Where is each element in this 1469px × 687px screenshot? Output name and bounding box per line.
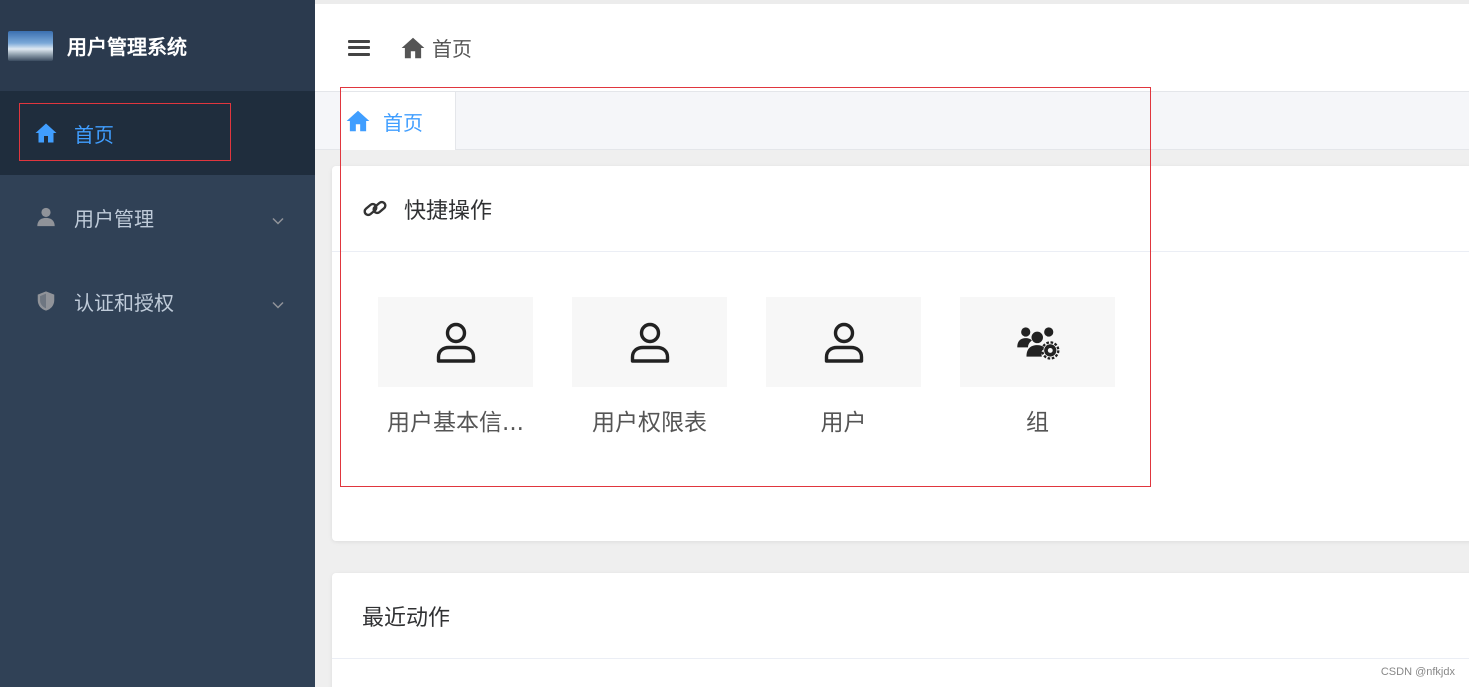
watermark: CSDN @nfkjdx <box>1380 666 1455 678</box>
card-title: 最近动作 <box>362 605 451 631</box>
app-title: 用户管理系统 <box>67 35 187 59</box>
shortcut-tile <box>960 297 1115 387</box>
logo-image <box>8 30 53 61</box>
sidebar-item-home[interactable]: 首页 <box>0 91 315 175</box>
tags-bar: 首页 <box>315 91 1469 150</box>
sidebar-item-label: 认证和授权 <box>74 290 174 315</box>
main-content: 快捷操作 用户基本信... 用户权限表 用户 组 最近动作 <box>315 150 1469 687</box>
sidebar-item-auth[interactable]: 认证和授权 <box>0 259 315 343</box>
user-outline-icon <box>436 322 475 363</box>
sidebar: 用户管理系统 首页 用户管理 认证和授权 <box>0 0 315 687</box>
shortcut-label: 组 <box>1026 410 1049 436</box>
recent-actions-header: 最近动作 <box>332 573 1469 659</box>
user-outline-icon <box>630 322 669 363</box>
shield-icon <box>34 289 58 313</box>
shortcut-user-permissions[interactable]: 用户权限表 <box>572 297 727 437</box>
shortcut-list: 用户基本信... 用户权限表 用户 组 <box>378 297 1154 437</box>
sidebar-item-label: 首页 <box>74 122 114 147</box>
shortcut-user-basic-info[interactable]: 用户基本信... <box>378 297 533 437</box>
home-icon <box>400 35 426 61</box>
link-icon <box>362 196 388 222</box>
users-gear-icon <box>1016 327 1059 360</box>
breadcrumb: 首页 <box>400 33 472 62</box>
shortcut-user[interactable]: 用户 <box>766 297 921 437</box>
shortcut-label: 用户 <box>820 410 867 436</box>
quick-actions-card: 快捷操作 用户基本信... 用户权限表 用户 组 <box>332 166 1469 541</box>
sidebar-item-user-management[interactable]: 用户管理 <box>0 175 315 259</box>
shortcut-tile <box>378 297 533 387</box>
shortcut-label: 用户权限表 <box>592 410 707 436</box>
shortcut-group[interactable]: 组 <box>960 297 1115 437</box>
home-icon <box>345 108 371 134</box>
card-title: 快捷操作 <box>404 198 493 224</box>
logo-bar: 用户管理系统 <box>0 0 315 91</box>
shortcut-tile <box>766 297 921 387</box>
user-outline-icon <box>824 322 863 363</box>
sidebar-item-label: 用户管理 <box>74 206 154 231</box>
home-icon <box>34 121 58 145</box>
chevron-down-icon <box>271 293 285 309</box>
tag-home[interactable]: 首页 <box>340 92 456 150</box>
recent-actions-card: 最近动作 <box>332 573 1469 687</box>
top-header: 首页 <box>315 0 1469 91</box>
quick-actions-header: 快捷操作 <box>332 166 1469 252</box>
hamburger-menu-icon[interactable] <box>348 38 370 58</box>
shortcut-label: 用户基本信... <box>387 410 524 436</box>
tag-label: 首页 <box>383 110 423 135</box>
shortcut-tile <box>572 297 727 387</box>
breadcrumb-item[interactable]: 首页 <box>432 33 472 62</box>
user-icon <box>34 205 58 229</box>
chevron-down-icon <box>271 209 285 225</box>
